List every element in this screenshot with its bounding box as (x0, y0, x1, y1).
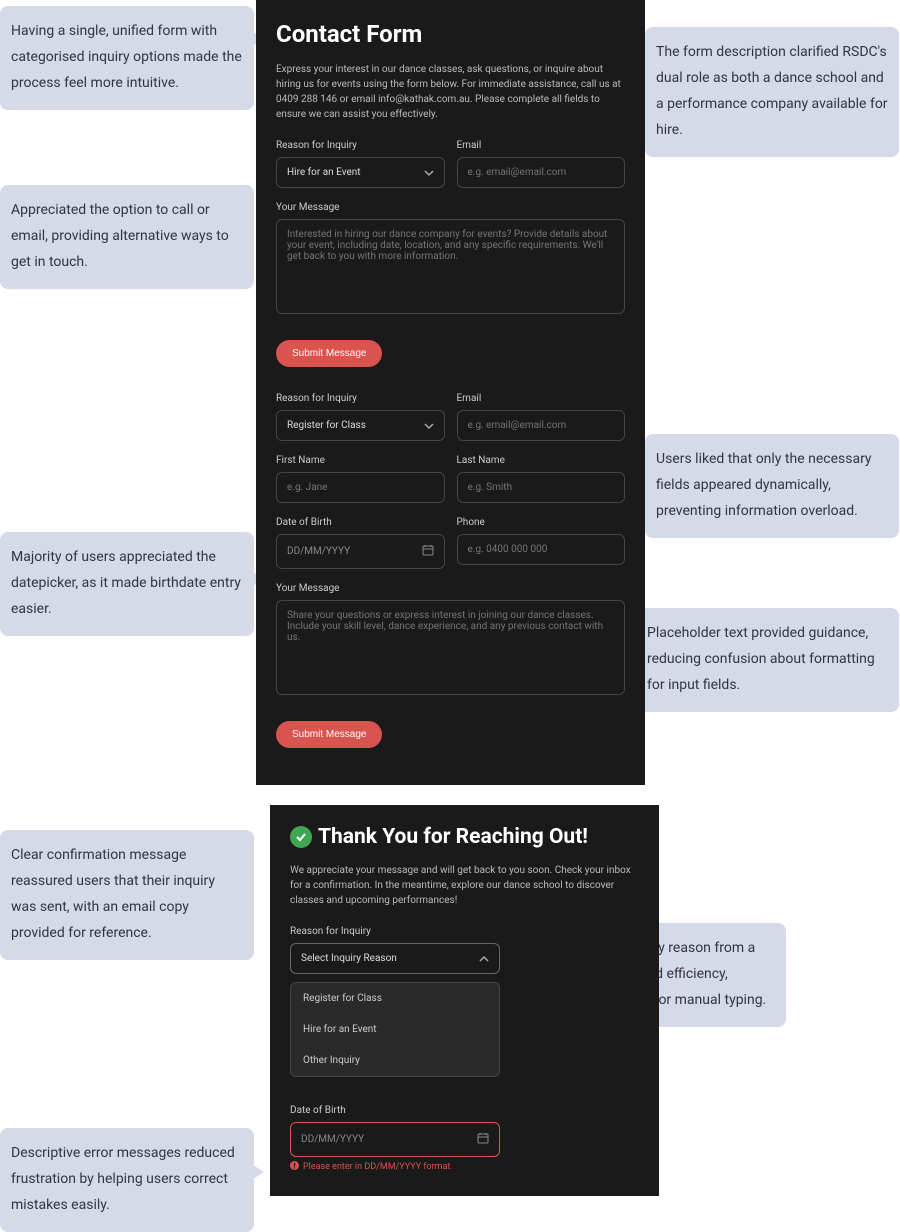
callout-text: Majority of users appreciated the datepi… (11, 549, 241, 617)
callout-text: Having a single, unified form with categ… (11, 23, 242, 91)
lastname-input[interactable] (457, 472, 626, 503)
calendar-icon (477, 1132, 489, 1147)
error-text: Please enter in DD/MM/YYYY format (303, 1162, 450, 1172)
reason-label: Reason for Inquiry (290, 926, 500, 937)
dob-placeholder: DD/MM/YYYY (287, 546, 350, 557)
reason-select[interactable]: Register for Class (276, 410, 445, 441)
reason-select-open[interactable]: Select Inquiry Reason (290, 943, 500, 974)
firstname-input[interactable] (276, 472, 445, 503)
reason-select[interactable]: Hire for an Event (276, 157, 445, 188)
error-message: Please enter in DD/MM/YYYY format (290, 1161, 500, 1173)
message-textarea[interactable] (276, 219, 625, 314)
submit-button[interactable]: Submit Message (276, 340, 382, 367)
email-input[interactable] (457, 157, 626, 188)
chevron-down-icon (424, 168, 434, 178)
thank-you-title-text: Thank You for Reaching Out! (318, 825, 588, 849)
reason-selected-value: Register for Class (287, 420, 366, 431)
lastname-label: Last Name (457, 455, 626, 466)
callout-text: Descriptive error messages reduced frust… (11, 1145, 235, 1213)
callout-error-msg: Descriptive error messages reduced frust… (0, 1128, 254, 1232)
page-title: Contact Form (276, 20, 625, 48)
callout-dynamic-fields: Users liked that only the necessary fiel… (645, 434, 899, 538)
reason-label: Reason for Inquiry (276, 393, 445, 404)
dob-input-error[interactable]: DD/MM/YYYY (290, 1122, 500, 1157)
dropdown-options: Register for Class Hire for an Event Oth… (290, 982, 500, 1077)
callout-placeholder: Placeholder text provided guidance, redu… (636, 608, 899, 712)
calendar-icon (422, 544, 434, 559)
dob-label: Date of Birth (276, 517, 445, 528)
thank-you-desc: We appreciate your message and will get … (290, 863, 639, 908)
callout-text: Appreciated the option to call or email,… (11, 202, 229, 270)
callout-contact-alt: Appreciated the option to call or email,… (0, 185, 254, 289)
callout-text: Placeholder text provided guidance, redu… (647, 625, 875, 693)
message-label: Your Message (276, 583, 625, 594)
callout-pointer (253, 1165, 264, 1179)
form-description: Express your interest in our dance class… (276, 62, 625, 122)
callout-datepicker: Majority of users appreciated the datepi… (0, 532, 254, 636)
dob-input[interactable]: DD/MM/YYYY (276, 534, 445, 569)
callout-text: Users liked that only the necessary fiel… (656, 451, 872, 519)
reason-label: Reason for Inquiry (276, 140, 445, 151)
thank-you-panel: Thank You for Reaching Out! We appreciat… (270, 805, 659, 1196)
callout-text: Clear confirmation message reassured use… (11, 847, 215, 941)
contact-form-panel: Contact Form Express your interest in ou… (256, 0, 645, 785)
callout-confirmation: Clear confirmation message reassured use… (0, 830, 254, 960)
callout-unified-form: Having a single, unified form with categ… (0, 6, 254, 110)
dropdown-option[interactable]: Register for Class (291, 983, 499, 1014)
firstname-label: First Name (276, 455, 445, 466)
submit-button[interactable]: Submit Message (276, 721, 382, 748)
check-circle-icon (290, 826, 312, 848)
message-textarea[interactable] (276, 600, 625, 695)
dropdown-option[interactable]: Hire for an Event (291, 1014, 499, 1045)
dob-label: Date of Birth (290, 1105, 500, 1116)
reason-selected-value: Select Inquiry Reason (301, 953, 397, 964)
chevron-down-icon (424, 421, 434, 431)
reason-selected-value: Hire for an Event (287, 167, 361, 178)
error-icon (290, 1161, 299, 1173)
callout-dual-role: The form description clarified RSDC's du… (645, 27, 899, 157)
chevron-up-icon (479, 954, 489, 964)
email-label: Email (457, 140, 626, 151)
email-label: Email (457, 393, 626, 404)
message-label: Your Message (276, 202, 625, 213)
dob-placeholder: DD/MM/YYYY (301, 1134, 364, 1145)
thank-you-title: Thank You for Reaching Out! (290, 825, 639, 849)
dropdown-option[interactable]: Other Inquiry (291, 1045, 499, 1076)
phone-input[interactable] (457, 534, 626, 565)
phone-label: Phone (457, 517, 626, 528)
callout-text: The form description clarified RSDC's du… (656, 44, 888, 138)
email-input[interactable] (457, 410, 626, 441)
